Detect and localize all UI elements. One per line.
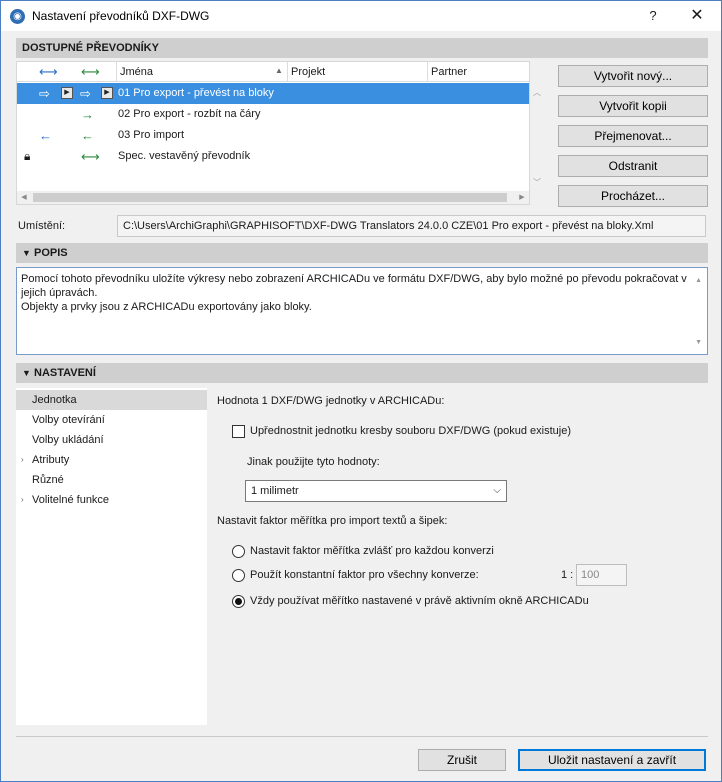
radio-scale-constant-label[interactable]: Použít konstantní faktor pro všechny kon…	[250, 569, 479, 581]
unit-heading: Hodnota 1 DXF/DWG jednotky v ARCHICADu:	[217, 395, 445, 407]
rename-button[interactable]: Přejmenovat...	[558, 125, 708, 147]
section-title: NASTAVENÍ	[34, 367, 96, 379]
location-label: Umístění:	[18, 220, 66, 232]
nav-item-label: Atributy	[32, 454, 70, 466]
lock-icon: 🔒︎	[24, 149, 31, 163]
horizontal-scrollbar[interactable]: ◀ ▶	[17, 191, 529, 204]
create-new-button[interactable]: Vytvořit nový...	[558, 65, 708, 87]
close-button[interactable]: ✕	[685, 5, 709, 27]
translator-list[interactable]: ⟷ ⟷ Jména ▲ Projekt Partner ⇨ ▶ ⇨ ▶ 01 P…	[16, 61, 530, 205]
bidirectional-arrow-icon: ⟷	[39, 64, 58, 79]
dialog-window: ◉ Nastavení převodníků DXF-DWG ? ✕ DOSTU…	[0, 0, 722, 782]
nav-item-unit[interactable]: Jednotka	[16, 390, 207, 410]
radio-scale-each-label[interactable]: Nastavit faktor měřítka zvlášť pro každo…	[250, 545, 494, 557]
cancel-button[interactable]: Zrušit	[418, 749, 506, 771]
description-text: Pomocí tohoto převodníku uložíte výkresy…	[16, 267, 708, 355]
unit-select[interactable]: 1 milimetr ⌵	[245, 480, 507, 502]
list-header: ⟷ ⟷ Jména ▲ Projekt Partner	[17, 62, 529, 82]
help-button[interactable]: ?	[641, 6, 665, 26]
description-line: Pomocí tohoto převodníku uložíte výkresy…	[21, 273, 687, 299]
radio-scale-active-window-label[interactable]: Vždy používat měřítko nastavené v právě …	[250, 595, 589, 607]
export-arrow-icon: ⇨	[80, 86, 91, 101]
title-bar: ◉ Nastavení převodníků DXF-DWG ? ✕	[1, 1, 721, 31]
section-title: DOSTUPNÉ PŘEVODNÍKY	[22, 42, 159, 54]
play-triangle-icon[interactable]: ▶	[61, 87, 73, 99]
scale-input[interactable]: 100	[576, 564, 627, 586]
list-item[interactable]: ← ← 03 Pro import	[17, 125, 529, 146]
scrollbar-thumb[interactable]	[33, 193, 507, 202]
column-header-project[interactable]: Projekt	[287, 62, 427, 82]
bidirectional-arrow-icon: ⟷	[81, 64, 100, 79]
radio-scale-active-window[interactable]	[232, 595, 245, 608]
list-item[interactable]: → 02 Pro export - rozbít na čáry	[17, 104, 529, 125]
prefer-drawing-unit-checkbox[interactable]	[232, 425, 245, 438]
nav-item-label: Volitelné funkce	[32, 494, 110, 506]
footer-divider	[16, 736, 708, 737]
scale-heading: Nastavit faktor měřítka pro import textů…	[217, 515, 448, 527]
translator-name: 03 Pro import	[118, 129, 185, 141]
nav-item-misc[interactable]: Různé	[16, 470, 207, 490]
section-header-description[interactable]: ▼ POPIS	[16, 243, 708, 263]
save-and-close-button[interactable]: Uložit nastavení a zavřít	[518, 749, 706, 771]
scroll-up-icon[interactable]: ︿	[533, 87, 541, 98]
scroll-up-icon[interactable]: ▲	[695, 274, 702, 288]
delete-button[interactable]: Odstranit	[558, 155, 708, 177]
browse-button[interactable]: Procházet...	[558, 185, 708, 207]
list-item[interactable]: 🔒︎ ⟷ Spec. vestavěný převodník	[17, 146, 529, 167]
import-arrow-icon: ←	[81, 128, 94, 143]
scroll-left-icon[interactable]: ◀	[17, 191, 31, 204]
collapse-triangle-icon: ▼	[22, 368, 31, 378]
radio-scale-each[interactable]	[232, 545, 245, 558]
import-arrow-icon: ←	[39, 128, 52, 143]
scale-prefix: 1 :	[561, 569, 574, 581]
nav-item-optional-features[interactable]: › Volitelné funkce	[16, 490, 207, 510]
export-arrow-icon: →	[81, 107, 94, 122]
otherwise-label: Jinak použijte tyto hodnoty:	[247, 456, 380, 468]
expand-chevron-icon[interactable]: ›	[21, 450, 24, 470]
column-header-name[interactable]: Jména	[116, 62, 287, 82]
nav-item-open-options[interactable]: Volby otevírání	[16, 410, 207, 430]
column-header-partner[interactable]: Partner	[427, 62, 529, 82]
prefer-drawing-unit-label[interactable]: Upřednostnit jednotku kresby souboru DXF…	[250, 425, 571, 437]
nav-item-attributes[interactable]: › Atributy	[16, 450, 207, 470]
section-header-available: DOSTUPNÉ PŘEVODNÍKY	[16, 38, 708, 58]
settings-nav: Jednotka Volby otevírání Volby ukládání …	[16, 388, 207, 725]
nav-item-save-options[interactable]: Volby ukládání	[16, 430, 207, 450]
expand-chevron-icon[interactable]: ›	[21, 490, 24, 510]
location-path-field: C:\Users\ArchiGraphi\GRAPHISOFT\DXF-DWG …	[117, 215, 706, 237]
scroll-down-icon[interactable]: ▼	[695, 336, 702, 350]
description-line: Objekty a prvky jsou z ARCHICADu exporto…	[21, 301, 312, 313]
translator-name: 02 Pro export - rozbít na čáry	[118, 108, 261, 120]
section-header-settings[interactable]: ▼ NASTAVENÍ	[16, 363, 708, 383]
unit-select-value: 1 milimetr	[251, 485, 299, 497]
window-title: Nastavení převodníků DXF-DWG	[32, 9, 210, 23]
bidirectional-arrow-icon: ⟷	[81, 149, 100, 164]
archicad-app-icon: ◉	[10, 9, 25, 24]
chevron-down-icon: ⌵	[493, 485, 501, 496]
section-title: POPIS	[34, 247, 68, 259]
list-item[interactable]: ⇨ ▶ ⇨ ▶ 01 Pro export - převést na bloky	[17, 83, 529, 104]
scroll-right-icon[interactable]: ▶	[515, 191, 529, 204]
export-arrow-icon: ⇨	[39, 86, 50, 101]
collapse-triangle-icon: ▼	[22, 248, 31, 258]
play-triangle-icon[interactable]: ▶	[101, 87, 113, 99]
scroll-down-icon[interactable]: ﹀	[533, 177, 541, 188]
create-copy-button[interactable]: Vytvořit kopii	[558, 95, 708, 117]
translator-name: Spec. vestavěný převodník	[118, 150, 251, 162]
sort-ascending-icon: ▲	[275, 66, 283, 75]
radio-scale-constant[interactable]	[232, 569, 245, 582]
translator-name: 01 Pro export - převést na bloky	[118, 87, 274, 99]
